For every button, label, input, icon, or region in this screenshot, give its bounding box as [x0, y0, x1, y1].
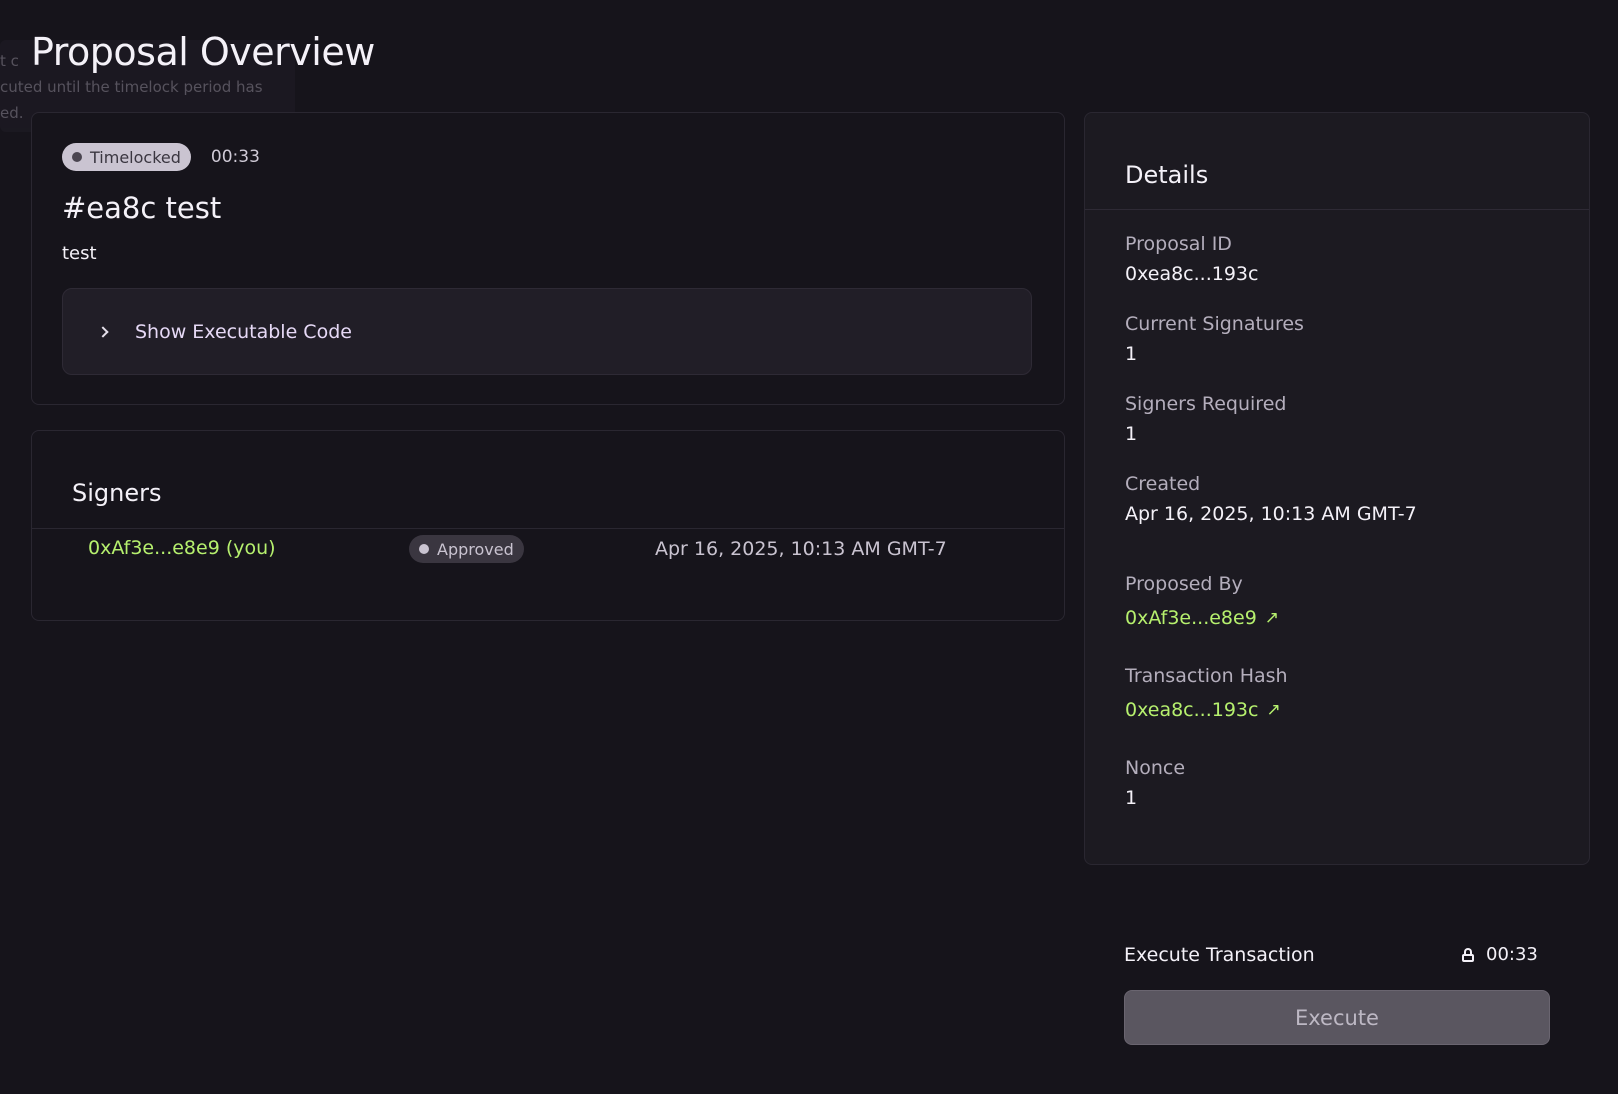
current-signatures-label: Current Signatures [1125, 313, 1304, 335]
chevron-right-icon [97, 325, 109, 338]
signers-card: Signers 0xAf3e...e8e9 (you) Approved Apr… [31, 430, 1065, 621]
proposed-by-link[interactable]: 0xAf3e...e8e9 ↗ [1125, 607, 1279, 629]
current-signatures-value: 1 [1125, 343, 1138, 365]
execute-transaction-label: Execute Transaction [1124, 944, 1315, 966]
proposal-card: Timelocked 00:33 #ea8c test test Show Ex… [31, 112, 1065, 405]
divider [32, 528, 1064, 529]
details-panel: Details Proposal ID 0xea8c...193c Curren… [1084, 112, 1590, 865]
nonce-value: 1 [1125, 787, 1138, 809]
signer-date: Apr 16, 2025, 10:13 AM GMT-7 [655, 538, 947, 560]
approval-status-label: Approved [437, 539, 514, 559]
code-toggle-label: Show Executable Code [135, 320, 352, 343]
created-label: Created [1125, 473, 1201, 495]
signers-required-label: Signers Required [1125, 393, 1287, 415]
transaction-hash-link[interactable]: 0xea8c...193c ↗ [1125, 699, 1281, 721]
proposed-by-address: 0xAf3e...e8e9 [1125, 607, 1257, 629]
transaction-hash-value: 0xea8c...193c [1125, 699, 1259, 721]
divider [1085, 209, 1589, 210]
nonce-label: Nonce [1125, 757, 1186, 779]
status-badge: Timelocked [62, 143, 191, 171]
proposal-id-label: Proposal ID [1125, 233, 1232, 255]
timelock-timer: 00:33 [210, 147, 260, 167]
transaction-hash-label: Transaction Hash [1125, 665, 1288, 687]
page-title: Proposal Overview [31, 30, 375, 74]
signer-address-link[interactable]: 0xAf3e...e8e9 (you) [88, 537, 276, 559]
external-link-icon: ↗ [1264, 608, 1280, 628]
approval-status-badge: Approved [409, 535, 524, 563]
execute-timer: 00:33 [1462, 944, 1538, 965]
details-title: Details [1125, 161, 1209, 189]
proposal-description: test [62, 243, 97, 264]
proposal-status-row: Timelocked 00:33 [62, 143, 260, 171]
status-badge-label: Timelocked [90, 147, 181, 167]
execute-button[interactable]: Execute [1124, 990, 1550, 1045]
proposal-title: #ea8c test [62, 191, 222, 225]
lock-icon [1462, 947, 1474, 962]
proposal-id-value: 0xea8c...193c [1125, 263, 1259, 285]
app-root: t c cuted until the timelock period has … [0, 0, 1618, 1094]
execute-timer-value: 00:33 [1486, 944, 1538, 965]
tooltip-line: cuted until the timelock period has [0, 78, 263, 96]
signers-required-value: 1 [1125, 423, 1138, 445]
status-dot-icon [419, 544, 429, 554]
status-dot-icon [72, 152, 82, 162]
proposed-by-label: Proposed By [1125, 573, 1243, 595]
external-link-icon: ↗ [1266, 700, 1281, 720]
show-executable-code-toggle[interactable]: Show Executable Code [62, 288, 1032, 375]
signers-title: Signers [72, 479, 162, 507]
created-value: Apr 16, 2025, 10:13 AM GMT-7 [1125, 503, 1417, 525]
